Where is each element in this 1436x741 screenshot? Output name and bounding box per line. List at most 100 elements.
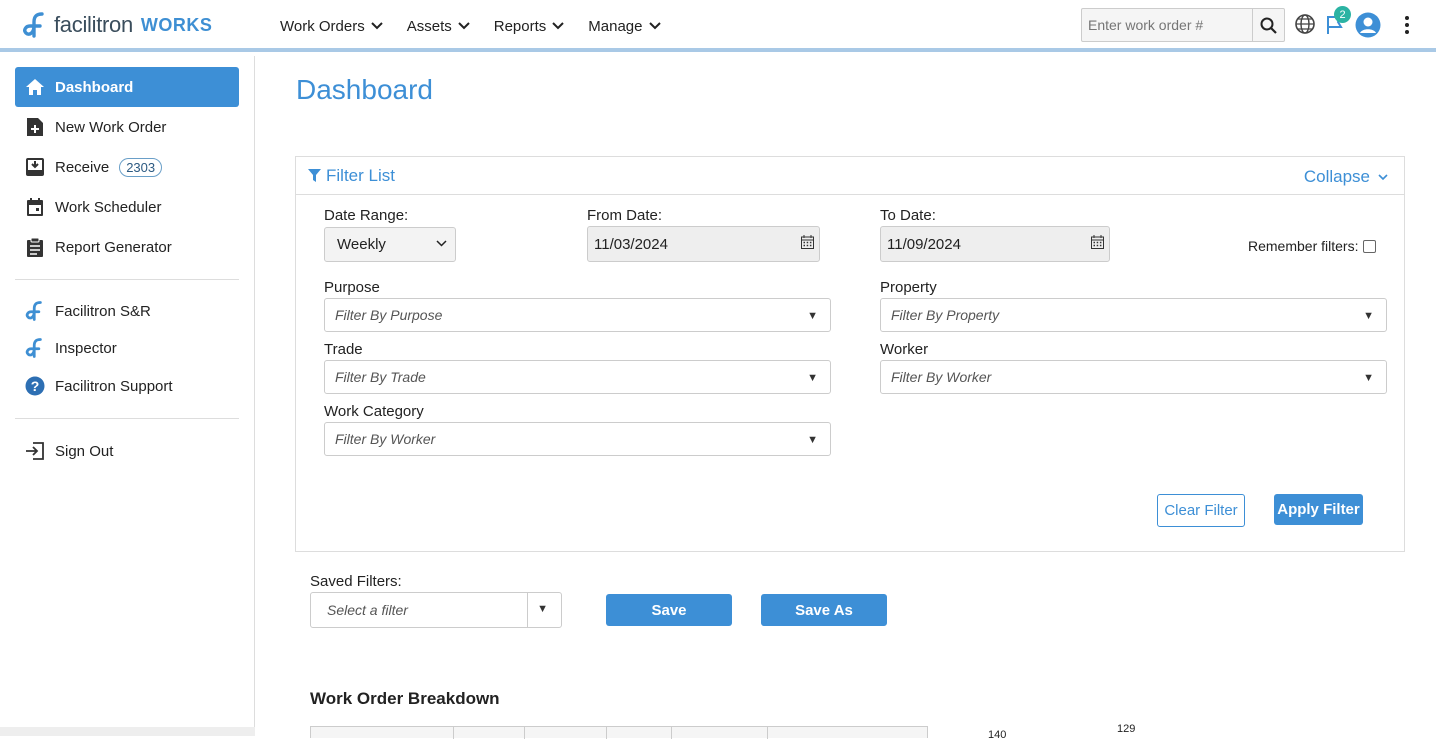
chevron-down-icon	[458, 22, 470, 30]
facilitron-logo-icon	[25, 338, 45, 358]
worker-label: Worker	[880, 341, 929, 358]
sidebar-item-label: Facilitron S&R	[55, 302, 151, 320]
date-range-select[interactable]: Weekly	[324, 227, 456, 262]
sidebar-item-new-work-order[interactable]: New Work Order	[15, 107, 239, 147]
to-date-field[interactable]: 11/09/2024	[880, 226, 1110, 262]
calendar-icon[interactable]	[1091, 235, 1104, 249]
chart-data-label: 129	[1117, 723, 1136, 735]
to-date-label: To Date:	[880, 207, 936, 224]
notification-badge: 2	[1334, 6, 1351, 23]
property-select[interactable]: Filter By Property ▼	[880, 298, 1387, 332]
caret-down-icon: ▼	[1363, 372, 1374, 384]
sidebar-sign-out[interactable]: Sign Out	[15, 431, 239, 471]
nav-reports[interactable]: Reports	[494, 18, 565, 35]
date-range-value: Weekly	[337, 236, 386, 253]
sidebar-link-facilitron-sr[interactable]: Facilitron S&R	[15, 291, 239, 331]
saved-filters-placeholder: Select a filter	[327, 602, 408, 618]
filter-header[interactable]: Filter List	[296, 157, 1404, 195]
filter-icon	[308, 169, 321, 182]
inbox-download-icon	[25, 157, 45, 177]
search-icon	[1260, 17, 1277, 34]
chevron-down-icon	[648, 22, 661, 30]
apply-filter-button[interactable]: Apply Filter	[1274, 494, 1363, 525]
nav-label: Manage	[588, 17, 643, 35]
collapse-toggle[interactable]: Collapse	[1304, 167, 1388, 187]
date-range-label: Date Range:	[324, 207, 409, 224]
add-document-icon	[25, 117, 45, 137]
saved-filters-select[interactable]: Select a filter ▼	[310, 592, 562, 628]
work-category-select[interactable]: Filter By Worker ▼	[324, 422, 831, 456]
from-date-field[interactable]: 11/03/2024	[587, 226, 820, 262]
receive-count-badge: 2303	[119, 157, 163, 177]
sidebar-link-facilitron-support[interactable]: ? Facilitron Support	[15, 366, 239, 406]
to-date-value: 11/09/2024	[887, 235, 961, 253]
sidebar-item-label: Sign Out	[55, 442, 114, 460]
caret-down-icon[interactable]: ▼	[537, 603, 548, 615]
nav-assets[interactable]: Assets	[407, 18, 470, 35]
filter-title: Filter List	[326, 165, 395, 185]
chevron-down-icon	[436, 240, 447, 247]
purpose-select[interactable]: Filter By Purpose ▼	[324, 298, 831, 332]
save-as-filter-button[interactable]: Save As	[761, 594, 887, 626]
purpose-placeholder: Filter By Purpose	[335, 307, 443, 323]
brand-name: facilitron	[54, 12, 133, 37]
user-avatar-icon[interactable]	[1355, 12, 1381, 38]
sidebar-link-inspector[interactable]: Inspector	[15, 328, 239, 368]
svg-text:?: ?	[31, 378, 40, 394]
caret-down-icon: ▼	[807, 372, 818, 384]
sidebar-item-label: Work Scheduler	[55, 198, 162, 216]
breakdown-table	[310, 726, 928, 739]
sidebar-item-label: New Work Order	[55, 118, 167, 136]
from-date-value: 11/03/2024	[594, 235, 668, 253]
table-column-divider	[524, 727, 525, 739]
help-circle-icon: ?	[25, 376, 45, 396]
home-icon	[25, 77, 45, 97]
sidebar-divider	[15, 418, 239, 419]
from-date-label: From Date:	[587, 207, 663, 224]
sidebar-item-label: Facilitron Support	[55, 377, 173, 395]
nav-label: Assets	[406, 17, 452, 35]
work-order-search-input[interactable]	[1082, 9, 1252, 41]
filter-panel: Filter List Collapse Date Range: Weekly …	[295, 156, 1405, 552]
sidebar-divider	[15, 279, 239, 280]
table-column-divider	[453, 727, 454, 739]
worker-select[interactable]: Filter By Worker ▼	[880, 360, 1387, 394]
calendar-icon[interactable]	[801, 235, 814, 249]
facilitron-logo-icon	[23, 12, 44, 38]
caret-down-icon: ▼	[1363, 310, 1374, 322]
clipboard-icon	[25, 237, 45, 257]
facilitron-works-logo[interactable]: facilitron WORKS	[22, 11, 212, 39]
more-vertical-icon[interactable]	[1403, 15, 1411, 35]
chevron-down-icon	[371, 22, 383, 30]
globe-icon[interactable]	[1294, 13, 1316, 35]
trade-label: Trade	[324, 341, 363, 358]
sidebar-item-label: Dashboard	[55, 78, 134, 96]
save-filter-button[interactable]: Save	[606, 594, 732, 626]
facilitron-logo-icon	[25, 301, 45, 321]
sidebar-item-receive[interactable]: Receive 2303	[15, 147, 239, 187]
purpose-label: Purpose	[324, 279, 380, 296]
nav-label: Reports	[493, 17, 547, 35]
clear-filter-button[interactable]: Clear Filter	[1157, 494, 1245, 527]
search-button[interactable]	[1252, 9, 1284, 41]
trade-placeholder: Filter By Trade	[335, 369, 426, 385]
caret-down-icon: ▼	[807, 434, 818, 446]
property-label: Property	[880, 279, 937, 296]
nav-manage[interactable]: Manage	[588, 17, 661, 35]
sidebar-item-report-generator[interactable]: Report Generator	[15, 227, 239, 267]
chart-axis-tick: 140	[988, 729, 1007, 741]
table-column-divider	[671, 727, 672, 739]
work-order-search	[1081, 8, 1285, 42]
remember-filters[interactable]: Remember filters:	[1248, 238, 1377, 254]
table-column-divider	[767, 727, 768, 739]
calendar-icon	[25, 197, 45, 217]
caret-down-icon: ▼	[807, 310, 818, 322]
trade-select[interactable]: Filter By Trade ▼	[324, 360, 831, 394]
nav-work-orders[interactable]: Work Orders	[280, 18, 383, 35]
sidebar-item-dashboard[interactable]: Dashboard	[15, 67, 239, 107]
work-category-label: Work Category	[324, 403, 424, 420]
remember-filters-checkbox[interactable]	[1363, 239, 1377, 253]
main-nav: Work Orders Assets Reports Manage	[280, 0, 685, 52]
property-placeholder: Filter By Property	[891, 307, 1000, 323]
sidebar-item-work-scheduler[interactable]: Work Scheduler	[15, 187, 239, 227]
